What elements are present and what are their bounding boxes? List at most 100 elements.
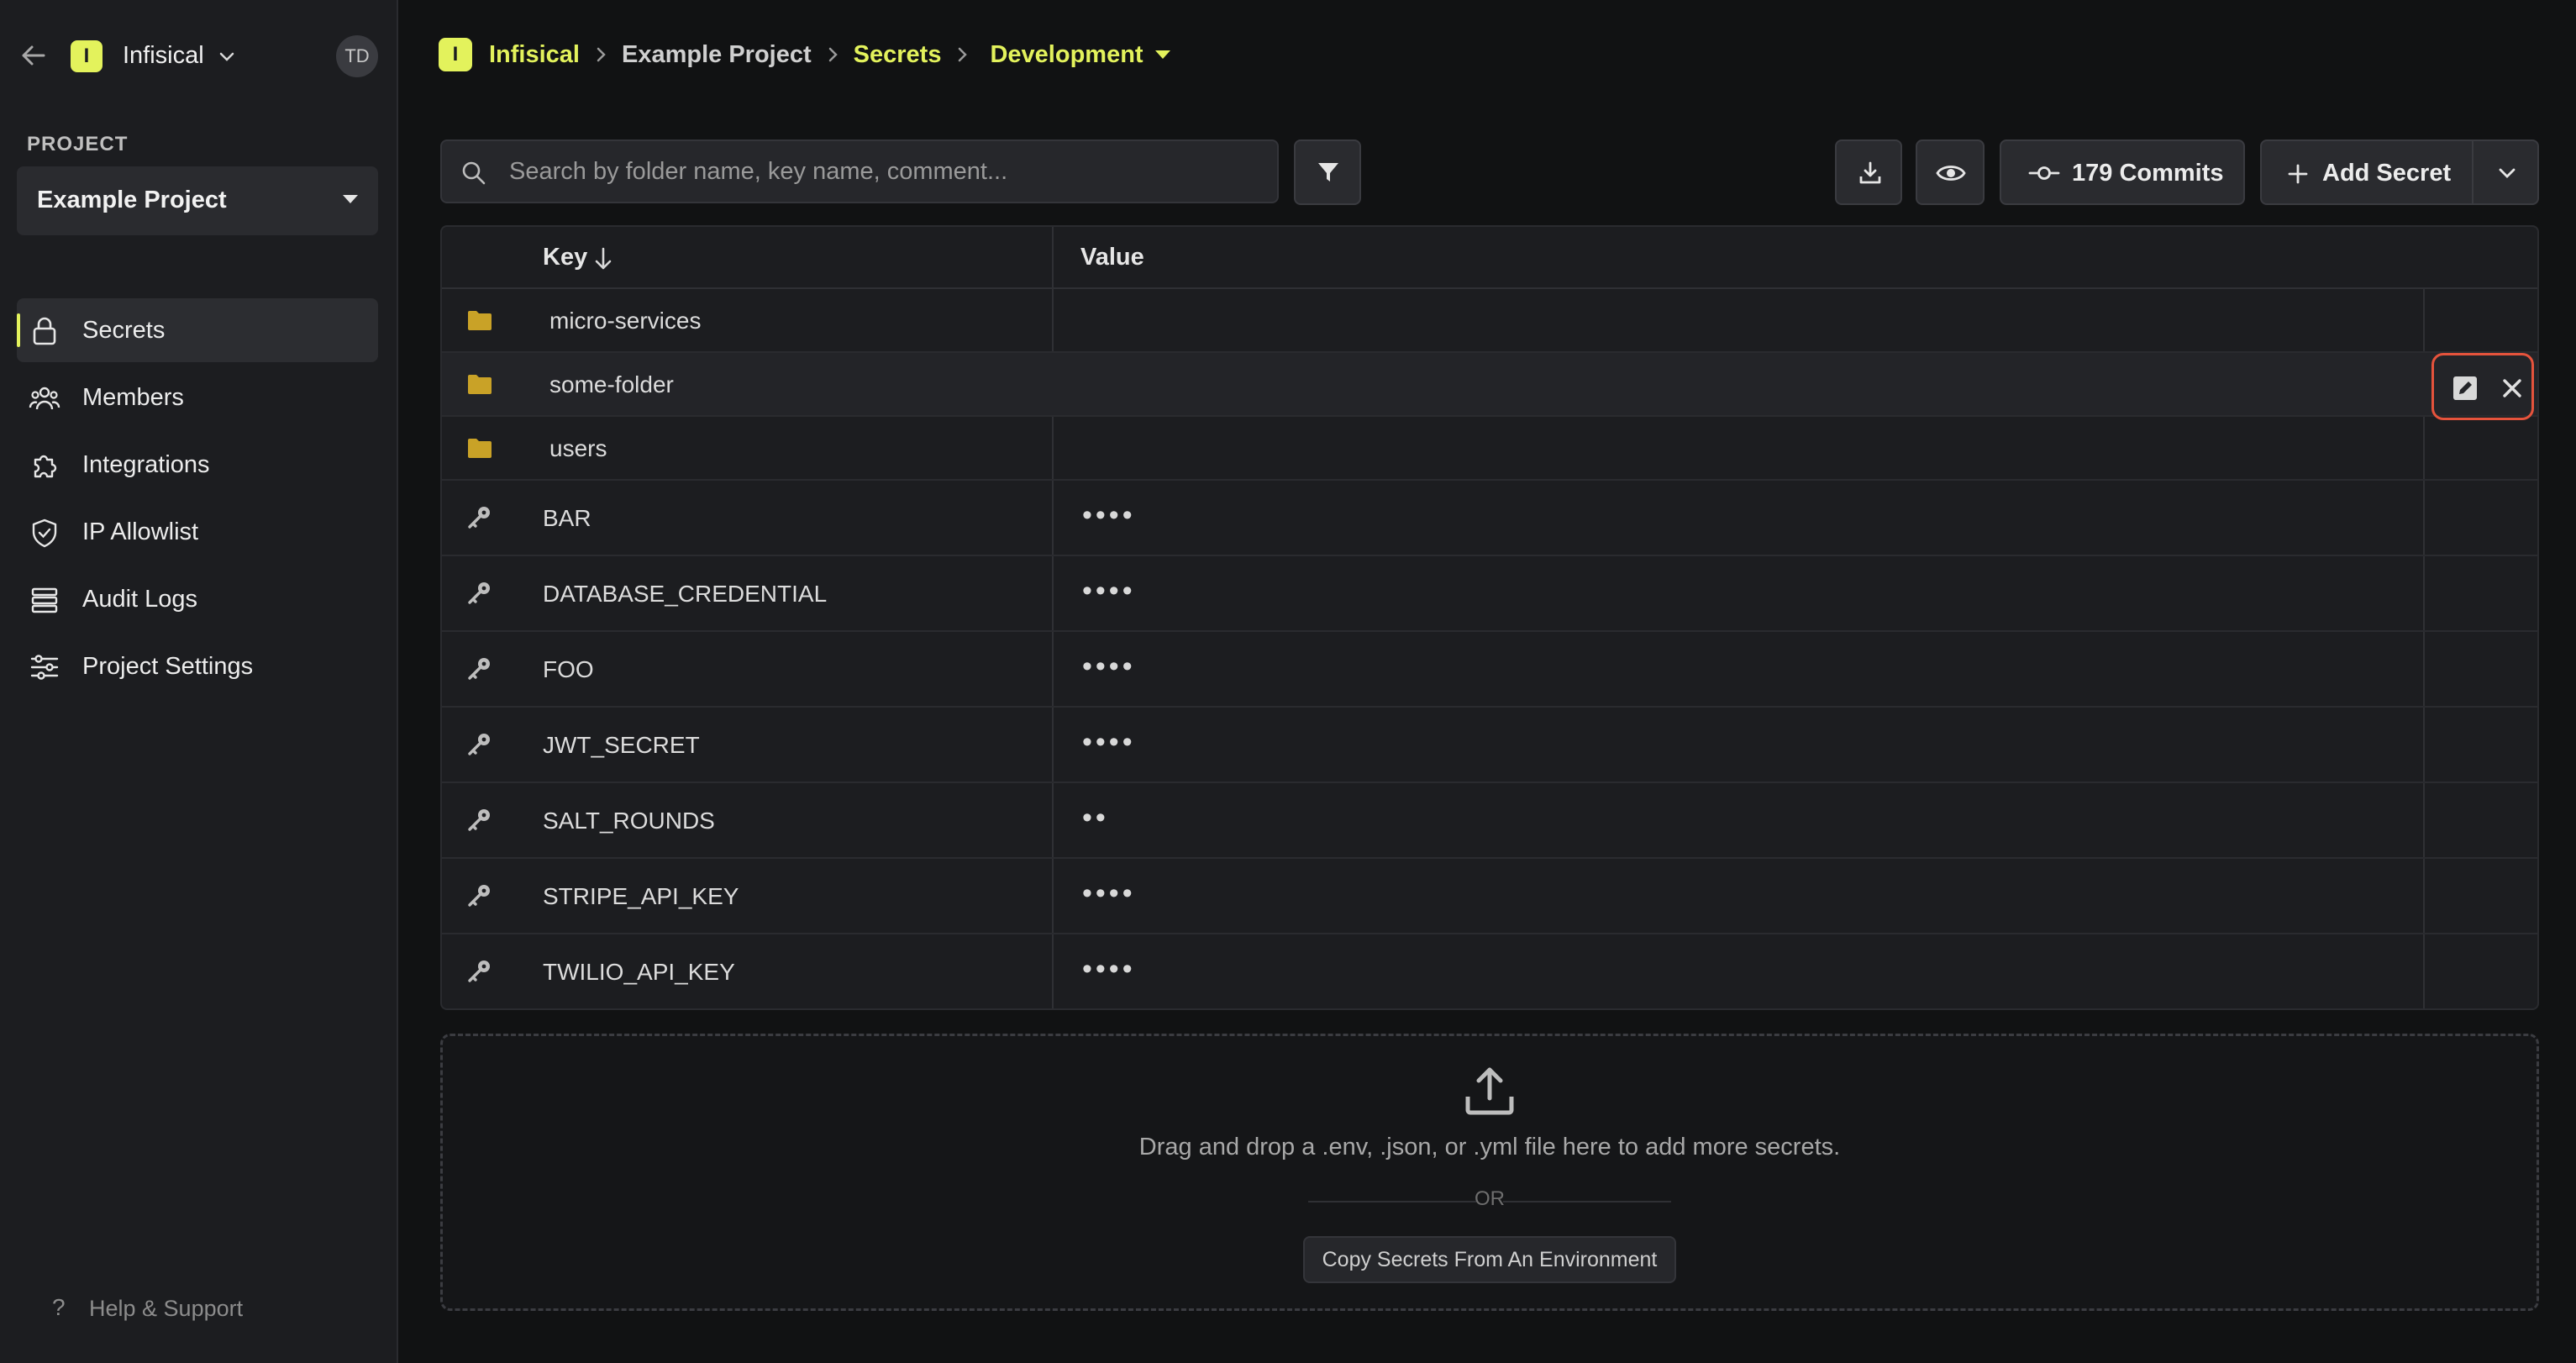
key-icon <box>468 960 490 982</box>
lock-icon <box>33 317 56 345</box>
secret-row[interactable]: BAR •••• <box>442 481 2537 556</box>
add-options-button[interactable] <box>2472 139 2539 205</box>
arrow-down-icon[interactable] <box>591 245 615 272</box>
key-column-header[interactable]: Key <box>543 244 587 271</box>
sidebar-item-label: Integrations <box>82 451 210 478</box>
copy-secrets-button[interactable]: Copy Secrets From An Environment <box>1303 1236 1676 1283</box>
breadcrumb-section[interactable]: Secrets <box>854 41 942 69</box>
add-secret-button[interactable]: Add Secret <box>2260 139 2473 205</box>
sidebar-item-label: Members <box>82 384 184 411</box>
sidebar-header: I Infisical TD <box>0 30 398 81</box>
folder-row[interactable]: some-folder <box>442 353 2537 420</box>
environment-select[interactable]: Development <box>990 41 1143 69</box>
user-avatar[interactable]: TD <box>336 35 378 77</box>
question-icon: ? <box>52 1294 66 1320</box>
project-select[interactable]: Example Project <box>17 166 378 235</box>
help-support-link[interactable]: Help & Support <box>89 1296 243 1322</box>
secret-key[interactable]: SALT_ROUNDS <box>543 808 715 834</box>
secret-row[interactable]: STRIPE_API_KEY •••• <box>442 859 2537 934</box>
chevron-right-icon <box>812 42 854 67</box>
folder-icon <box>468 311 492 330</box>
secret-value[interactable]: •••• <box>1082 877 1136 910</box>
eye-icon <box>1936 166 1966 181</box>
sidebar-item-secrets[interactable]: Secrets <box>17 298 378 362</box>
secret-value[interactable]: •••• <box>1082 650 1136 683</box>
key-icon <box>468 658 490 680</box>
secret-row[interactable]: TWILIO_API_KEY •••• <box>442 934 2537 1008</box>
breadcrumb: I Infisical Example Project Secrets Deve… <box>439 34 1170 76</box>
download-button[interactable] <box>1835 139 1902 205</box>
key-icon <box>468 582 490 604</box>
secret-key[interactable]: JWT_SECRET <box>543 732 700 759</box>
breadcrumb-org[interactable]: Infisical <box>489 41 580 69</box>
secret-key[interactable]: STRIPE_API_KEY <box>543 883 739 910</box>
chevron-right-icon <box>580 42 622 67</box>
chevron-right-icon <box>941 42 983 67</box>
project-label: PROJECT <box>27 133 129 155</box>
puzzle-icon <box>34 455 57 478</box>
sidebar-item-project-settings[interactable]: Project Settings <box>17 634 378 698</box>
secret-value[interactable]: •••• <box>1082 953 1136 986</box>
caret-down-icon[interactable] <box>1154 50 1170 59</box>
commits-label: 179 Commits <box>2072 160 2224 187</box>
or-separator: OR <box>1475 1187 1505 1210</box>
close-icon[interactable] <box>2500 376 2525 401</box>
secret-row[interactable]: JWT_SECRET •••• <box>442 708 2537 783</box>
folder-name: micro-services <box>549 308 702 334</box>
table-header: Key Value <box>442 227 2537 289</box>
sidebar-item-label: IP Allowlist <box>82 518 199 545</box>
secret-key[interactable]: TWILIO_API_KEY <box>543 959 735 986</box>
sidebar-item-members[interactable]: Members <box>17 366 378 429</box>
key-icon <box>468 885 490 907</box>
toggle-visibility-button[interactable] <box>1916 139 1985 205</box>
key-icon <box>468 734 490 755</box>
secret-key[interactable]: BAR <box>543 505 591 532</box>
sidebar-item-ip-allowlist[interactable]: IP Allowlist <box>17 500 378 564</box>
secret-key[interactable]: FOO <box>543 656 594 683</box>
sidebar-item-audit-logs[interactable]: Audit Logs <box>17 567 378 631</box>
folder-name: users <box>549 435 607 461</box>
search-box <box>440 139 1279 203</box>
edit-icon[interactable] <box>2451 374 2479 403</box>
search-icon <box>462 161 486 185</box>
key-icon <box>468 809 490 831</box>
folder-icon <box>468 439 492 458</box>
plus-icon <box>2288 164 2308 184</box>
caret-down-icon <box>343 195 358 203</box>
secret-value[interactable]: •••• <box>1082 575 1136 608</box>
folder-row[interactable]: micro-services <box>442 289 2537 353</box>
list-icon <box>31 587 58 613</box>
org-switcher[interactable]: Infisical <box>123 42 204 70</box>
secret-value[interactable]: •• <box>1082 802 1109 834</box>
commit-icon <box>2028 166 2060 180</box>
commits-button[interactable]: 179 Commits <box>2000 139 2245 205</box>
filter-button[interactable] <box>1294 139 1361 205</box>
secret-key[interactable]: DATABASE_CREDENTIAL <box>543 581 827 608</box>
sidebar: I Infisical TD PROJECT Example Project S… <box>0 0 398 1363</box>
secret-row[interactable]: FOO •••• <box>442 632 2537 708</box>
sidebar-item-label: Secrets <box>82 317 166 344</box>
folder-row[interactable]: users <box>442 417 2537 481</box>
search-input[interactable] <box>509 141 1265 202</box>
folder-icon <box>468 375 492 394</box>
file-dropzone[interactable]: Drag and drop a .env, .json, or .yml fil… <box>440 1034 2539 1311</box>
breadcrumb-project[interactable]: Example Project <box>622 41 812 69</box>
secret-value[interactable]: •••• <box>1082 726 1136 759</box>
sidebar-item-integrations[interactable]: Integrations <box>17 433 378 497</box>
secret-row[interactable]: DATABASE_CREDENTIAL •••• <box>442 556 2537 632</box>
breadcrumb-org-logo: I <box>439 38 472 71</box>
secret-value[interactable]: •••• <box>1082 499 1136 532</box>
shield-icon <box>32 518 57 548</box>
dropzone-text: Drag and drop a .env, .json, or .yml fil… <box>1138 1134 1841 1160</box>
back-arrow-icon[interactable] <box>18 42 49 69</box>
value-column-header: Value <box>1080 244 1144 271</box>
add-secret-label: Add Secret <box>2322 160 2452 187</box>
secret-row[interactable]: SALT_ROUNDS •• <box>442 783 2537 859</box>
download-icon <box>1859 161 1881 184</box>
upload-icon <box>1465 1067 1514 1115</box>
chevron-down-icon[interactable] <box>217 47 237 67</box>
sidebar-item-label: Audit Logs <box>82 586 198 613</box>
folder-row-actions <box>2431 353 2534 420</box>
org-logo: I <box>71 40 103 72</box>
project-select-value: Example Project <box>37 187 227 213</box>
